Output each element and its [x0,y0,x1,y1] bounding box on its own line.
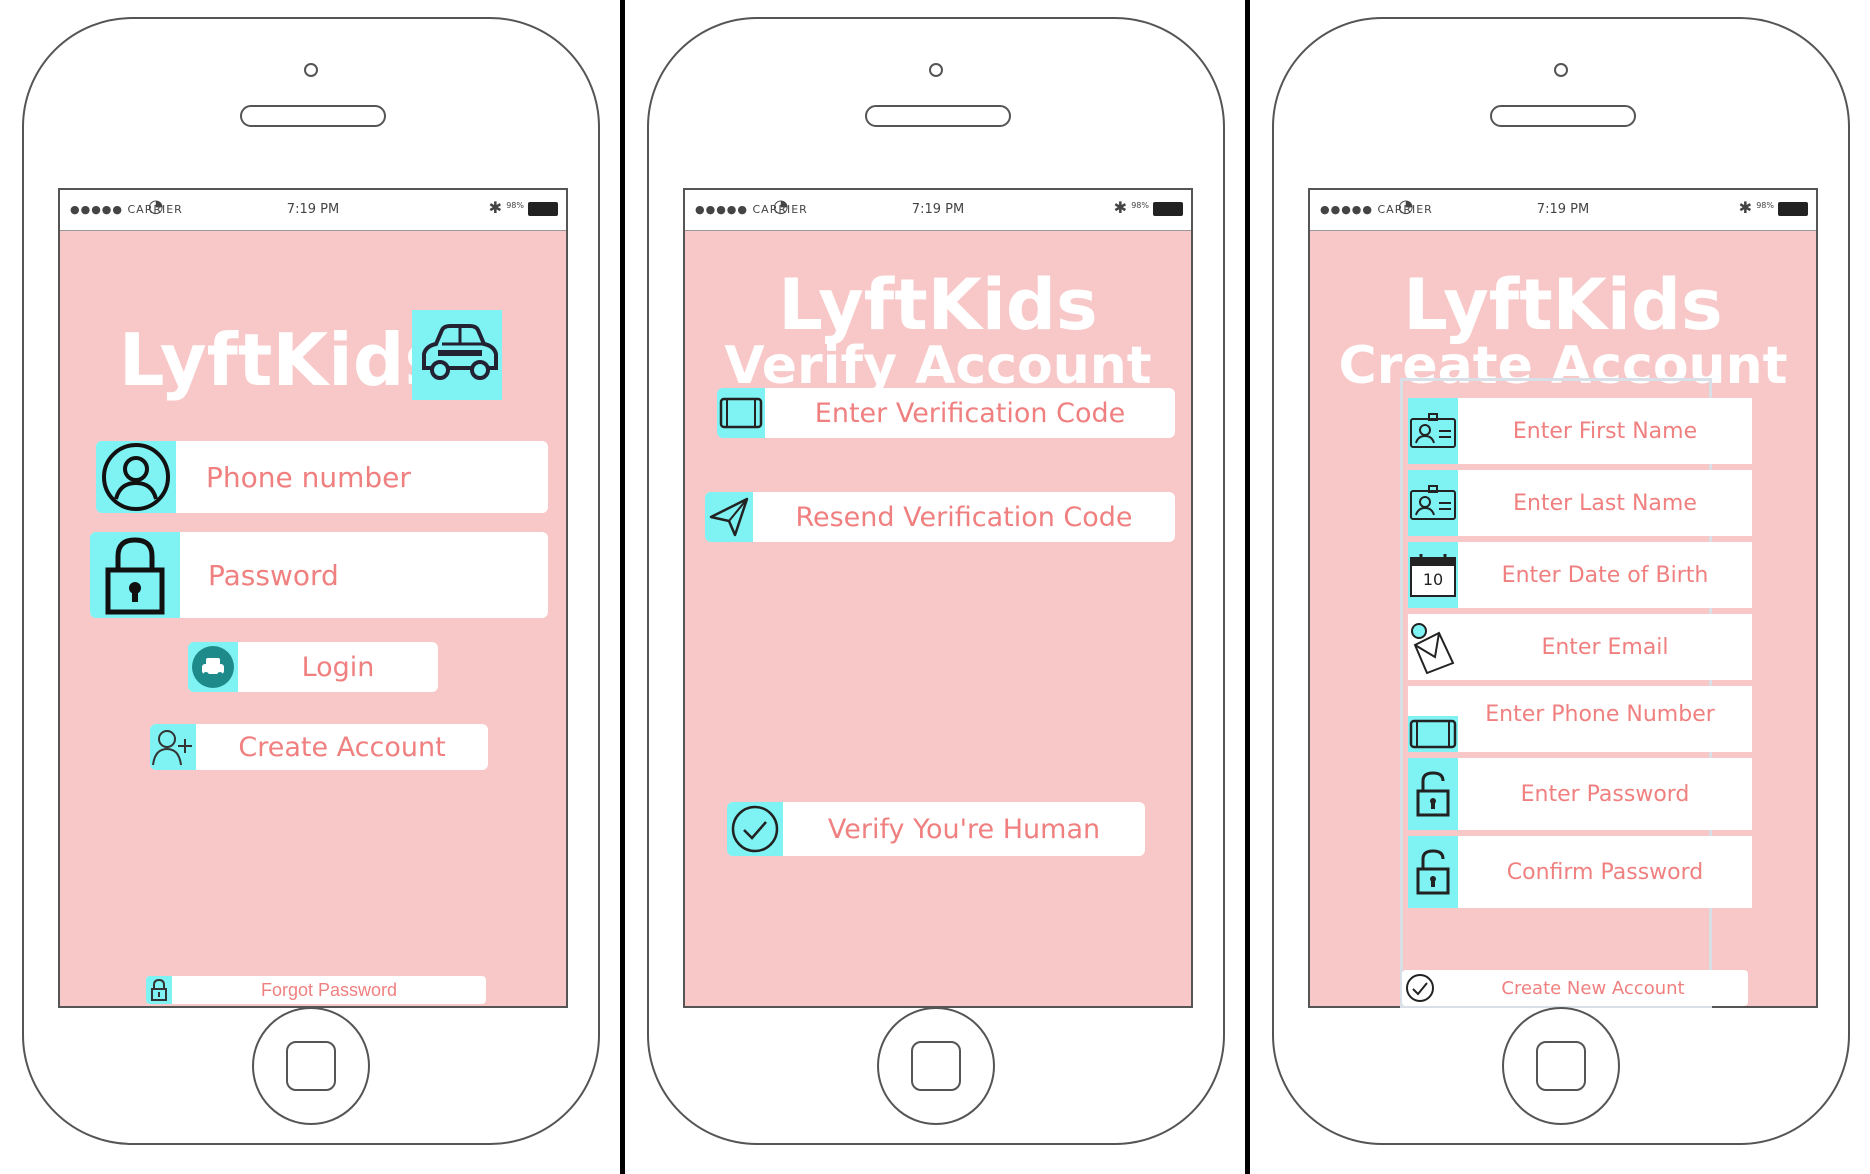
create-new-account-button[interactable]: Create New Account [1402,970,1748,1006]
home-square-icon [1536,1041,1586,1091]
verify-panel: ●●●●● CARRIER ◔ 7:19 PM ✱ 98% LyftKids V… [625,0,1245,1174]
verify-screen: ●●●●● CARRIER ◔ 7:19 PM ✱ 98% LyftKids V… [683,188,1193,1008]
app-title: LyftKids [1403,264,1723,346]
status-bar: ●●●●● CARRIER ◔ 7:19 PM ✱ 98% [1310,190,1816,231]
email-input[interactable]: Enter Email [1408,614,1752,680]
dob-placeholder: Enter Date of Birth [1501,562,1709,588]
car-icon [412,310,502,400]
login-screen: ●●●●● CARRIER ◔ 7:19 PM ✱ 98% LyftKids P… [58,188,568,1008]
battery-percent: 98% [1756,201,1774,210]
password-placeholder: Password [208,558,339,592]
login-panel: ●●●●● CARRIER ◔ 7:19 PM ✱ 98% LyftKids P… [0,0,620,1174]
speaker [865,105,1011,127]
bluetooth-icon: ✱ [1113,198,1127,217]
status-bar: ●●●●● CARRIER ◔ 7:19 PM ✱ 98% [60,190,566,231]
date-of-birth-input[interactable]: 10 Enter Date of Birth [1408,542,1752,608]
verify-human-label: Verify You're Human [827,813,1101,845]
front-camera [304,63,318,77]
phone-number-input[interactable]: Phone number [96,441,548,513]
first-name-placeholder: Enter First Name [1512,418,1698,444]
phone-frame: ●●●●● CARRIER ◔ 7:19 PM ✱ 98% LyftKids C… [1272,17,1850,1145]
phone-frame: ●●●●● CARRIER ◔ 7:19 PM ✱ 98% LyftKids V… [647,17,1225,1145]
battery-icon [1153,202,1183,216]
last-name-placeholder: Enter Last Name [1513,490,1697,516]
create-new-account-label: Create New Account [1501,977,1685,999]
status-bar: ●●●●● CARRIER ◔ 7:19 PM ✱ 98% [685,190,1191,231]
battery-percent: 98% [1131,201,1149,210]
confirm-password-placeholder: Confirm Password [1506,859,1704,885]
resend-code-button[interactable]: Resend Verification Code [705,492,1175,542]
speaker [1490,105,1636,127]
create-account-panel: ●●●●● CARRIER ◔ 7:19 PM ✱ 98% LyftKids C… [1250,0,1870,1174]
lock-icon [90,532,180,618]
bluetooth-icon: ✱ [1738,198,1752,217]
battery-percent: 98% [506,201,524,210]
password-input[interactable]: Password [90,532,548,618]
forgot-password-label: Forgot Password [260,979,398,1000]
last-name-input[interactable]: Enter Last Name [1408,470,1752,536]
create-account-screen: ●●●●● CARRIER ◔ 7:19 PM ✱ 98% LyftKids C… [1308,188,1818,1008]
first-name-input[interactable]: Enter First Name [1408,398,1752,464]
login-button[interactable]: Login [188,642,438,692]
home-button[interactable] [877,1007,995,1125]
email-placeholder: Enter Email [1541,634,1669,660]
verification-code-placeholder: Enter Verification Code [814,397,1126,429]
resend-code-label: Resend Verification Code [795,501,1133,533]
phone-number-placeholder: Phone number [206,460,411,494]
front-camera [929,63,943,77]
phone-number-input[interactable]: Enter Phone Number [1408,686,1752,752]
phone-frame: ●●●●● CARRIER ◔ 7:19 PM ✱ 98% LyftKids P… [22,17,600,1145]
phone-number-placeholder: Enter Phone Number [1485,701,1715,727]
battery-icon [1778,202,1808,216]
forgot-password-button[interactable]: Forgot Password [146,976,486,1004]
create-account-button[interactable]: Create Account [150,724,488,770]
home-square-icon [286,1041,336,1091]
verify-human-button[interactable]: Verify You're Human [727,802,1145,856]
password-input[interactable]: Enter Password [1408,758,1752,830]
home-square-icon [911,1041,961,1091]
page-subtitle: Verify Account [724,336,1152,396]
password-placeholder: Enter Password [1520,781,1690,807]
confirm-password-input[interactable]: Confirm Password [1408,836,1752,908]
battery-icon [528,202,558,216]
bluetooth-icon: ✱ [488,198,502,217]
user-icon [96,441,176,513]
front-camera [1554,63,1568,77]
home-button[interactable] [1502,1007,1620,1125]
verification-code-input[interactable]: Enter Verification Code [717,388,1175,438]
create-account-label: Create Account [238,731,446,763]
login-label: Login [301,651,375,683]
home-button[interactable] [252,1007,370,1125]
speaker [240,105,386,127]
app-title: LyftKids [778,264,1098,346]
